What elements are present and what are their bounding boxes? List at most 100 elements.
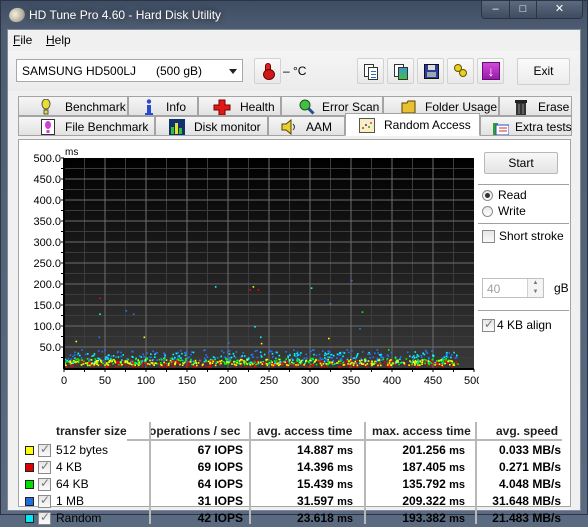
- data-point: [193, 365, 195, 368]
- data-point: [226, 361, 228, 364]
- data-point: [327, 358, 329, 361]
- options-button[interactable]: [447, 58, 474, 84]
- series-color-swatch: [25, 497, 34, 506]
- data-point: [89, 364, 91, 367]
- data-point: [124, 364, 127, 366]
- data-point: [356, 354, 358, 357]
- data-point: [299, 361, 301, 364]
- menu-file[interactable]: File: [13, 33, 32, 47]
- tab-file-benchmark[interactable]: File Benchmark: [18, 116, 155, 136]
- tab-aam[interactable]: AAM: [268, 116, 345, 136]
- short-stroke-unit: gB: [554, 281, 569, 295]
- data-point: [240, 364, 243, 367]
- tab-disk-monitor[interactable]: Disk monitor: [155, 116, 268, 136]
- spin-up-icon[interactable]: ▲: [528, 279, 543, 288]
- short-stroke-checkbox[interactable]: [482, 230, 495, 243]
- series-checkbox[interactable]: [38, 442, 51, 457]
- save-button[interactable]: [417, 58, 444, 84]
- tab-random-access[interactable]: Random Access: [345, 113, 480, 136]
- close-button[interactable]: ✕: [536, 1, 582, 18]
- data-point: [424, 349, 427, 352]
- title-bar[interactable]: HD Tune Pro 4.60 - Hard Disk Utility – □…: [1, 1, 587, 29]
- align-4kb-checkbox[interactable]: [482, 317, 495, 332]
- data-point: [270, 350, 273, 353]
- read-radio[interactable]: [482, 190, 493, 201]
- copy-text-button[interactable]: [357, 58, 384, 84]
- data-point: [353, 365, 355, 368]
- y-tick-label: 500.0: [33, 153, 61, 165]
- data-point: [181, 359, 183, 361]
- data-point: [70, 362, 73, 364]
- data-point: [296, 352, 298, 355]
- data-point: [163, 361, 165, 364]
- tab-info[interactable]: Info: [128, 96, 198, 116]
- data-point: [138, 362, 140, 364]
- series-checkbox[interactable]: [38, 476, 51, 491]
- scatter-icon: [359, 118, 375, 133]
- data-point: [347, 351, 350, 354]
- short-stroke-spinner[interactable]: 40 ▲ ▼: [482, 278, 544, 298]
- data-point: [193, 361, 195, 363]
- minimize-button[interactable]: –: [482, 1, 509, 18]
- outlier-point: [351, 279, 353, 282]
- data-point: [121, 359, 123, 361]
- max-access-value: 193.382 ms: [402, 511, 465, 525]
- y-tick-label: 50.0: [40, 342, 61, 354]
- spin-down-icon[interactable]: ▼: [528, 288, 543, 297]
- download-button[interactable]: ↓: [477, 58, 504, 84]
- data-point: [415, 362, 418, 365]
- data-point: [254, 365, 257, 368]
- data-point: [70, 358, 73, 361]
- data-point: [265, 362, 268, 365]
- data-point: [313, 361, 316, 363]
- data-point: [310, 357, 312, 360]
- x-tick-label: 50: [99, 375, 111, 387]
- write-radio[interactable]: [482, 206, 493, 217]
- data-point: [154, 353, 156, 356]
- tab-health[interactable]: Health: [198, 96, 281, 116]
- data-point: [342, 355, 344, 358]
- data-point: [289, 354, 291, 357]
- outlier-point: [252, 286, 255, 288]
- data-point: [351, 349, 353, 352]
- data-point: [225, 363, 228, 365]
- series-checkbox[interactable]: [38, 510, 51, 525]
- menu-help[interactable]: Help: [46, 33, 71, 47]
- data-point: [348, 360, 350, 363]
- data-point: [374, 352, 376, 355]
- avg-speed-value: 31.648 MB/s: [492, 494, 561, 508]
- data-point: [414, 364, 416, 366]
- data-point: [149, 356, 151, 358]
- series-checkbox[interactable]: [38, 493, 51, 508]
- data-point: [260, 361, 262, 364]
- data-point: [261, 363, 264, 365]
- tab-benchmark[interactable]: Benchmark: [18, 96, 128, 116]
- x-tick-label: 450: [424, 375, 442, 387]
- data-point: [172, 353, 175, 356]
- series-checkbox[interactable]: [38, 459, 51, 474]
- data-point: [144, 362, 146, 364]
- data-point: [285, 358, 287, 360]
- data-point: [105, 365, 108, 368]
- data-point: [452, 364, 455, 366]
- data-point: [289, 359, 291, 361]
- data-point: [101, 350, 104, 353]
- start-button[interactable]: Start: [484, 152, 558, 174]
- data-point: [141, 364, 143, 367]
- maximize-button[interactable]: □: [509, 1, 536, 18]
- exit-button[interactable]: Exit: [517, 58, 570, 85]
- data-point: [300, 361, 303, 364]
- data-point: [296, 351, 299, 353]
- data-point: [214, 358, 216, 361]
- data-point: [93, 353, 96, 355]
- data-point: [192, 351, 195, 354]
- drive-select[interactable]: SAMSUNG HD500LJ (500 gB): [16, 59, 243, 82]
- tab-extra-tests[interactable]: Extra tests: [480, 116, 572, 136]
- copy-image-button[interactable]: [387, 58, 414, 84]
- data-point: [423, 353, 426, 356]
- result-row: 512 bytes 67 IOPS 14.887 ms 201.256 ms 0…: [19, 442, 572, 459]
- data-point: [226, 351, 229, 353]
- tab-erase[interactable]: Erase: [499, 96, 572, 116]
- data-point: [191, 351, 193, 353]
- temperature-button[interactable]: [254, 58, 281, 84]
